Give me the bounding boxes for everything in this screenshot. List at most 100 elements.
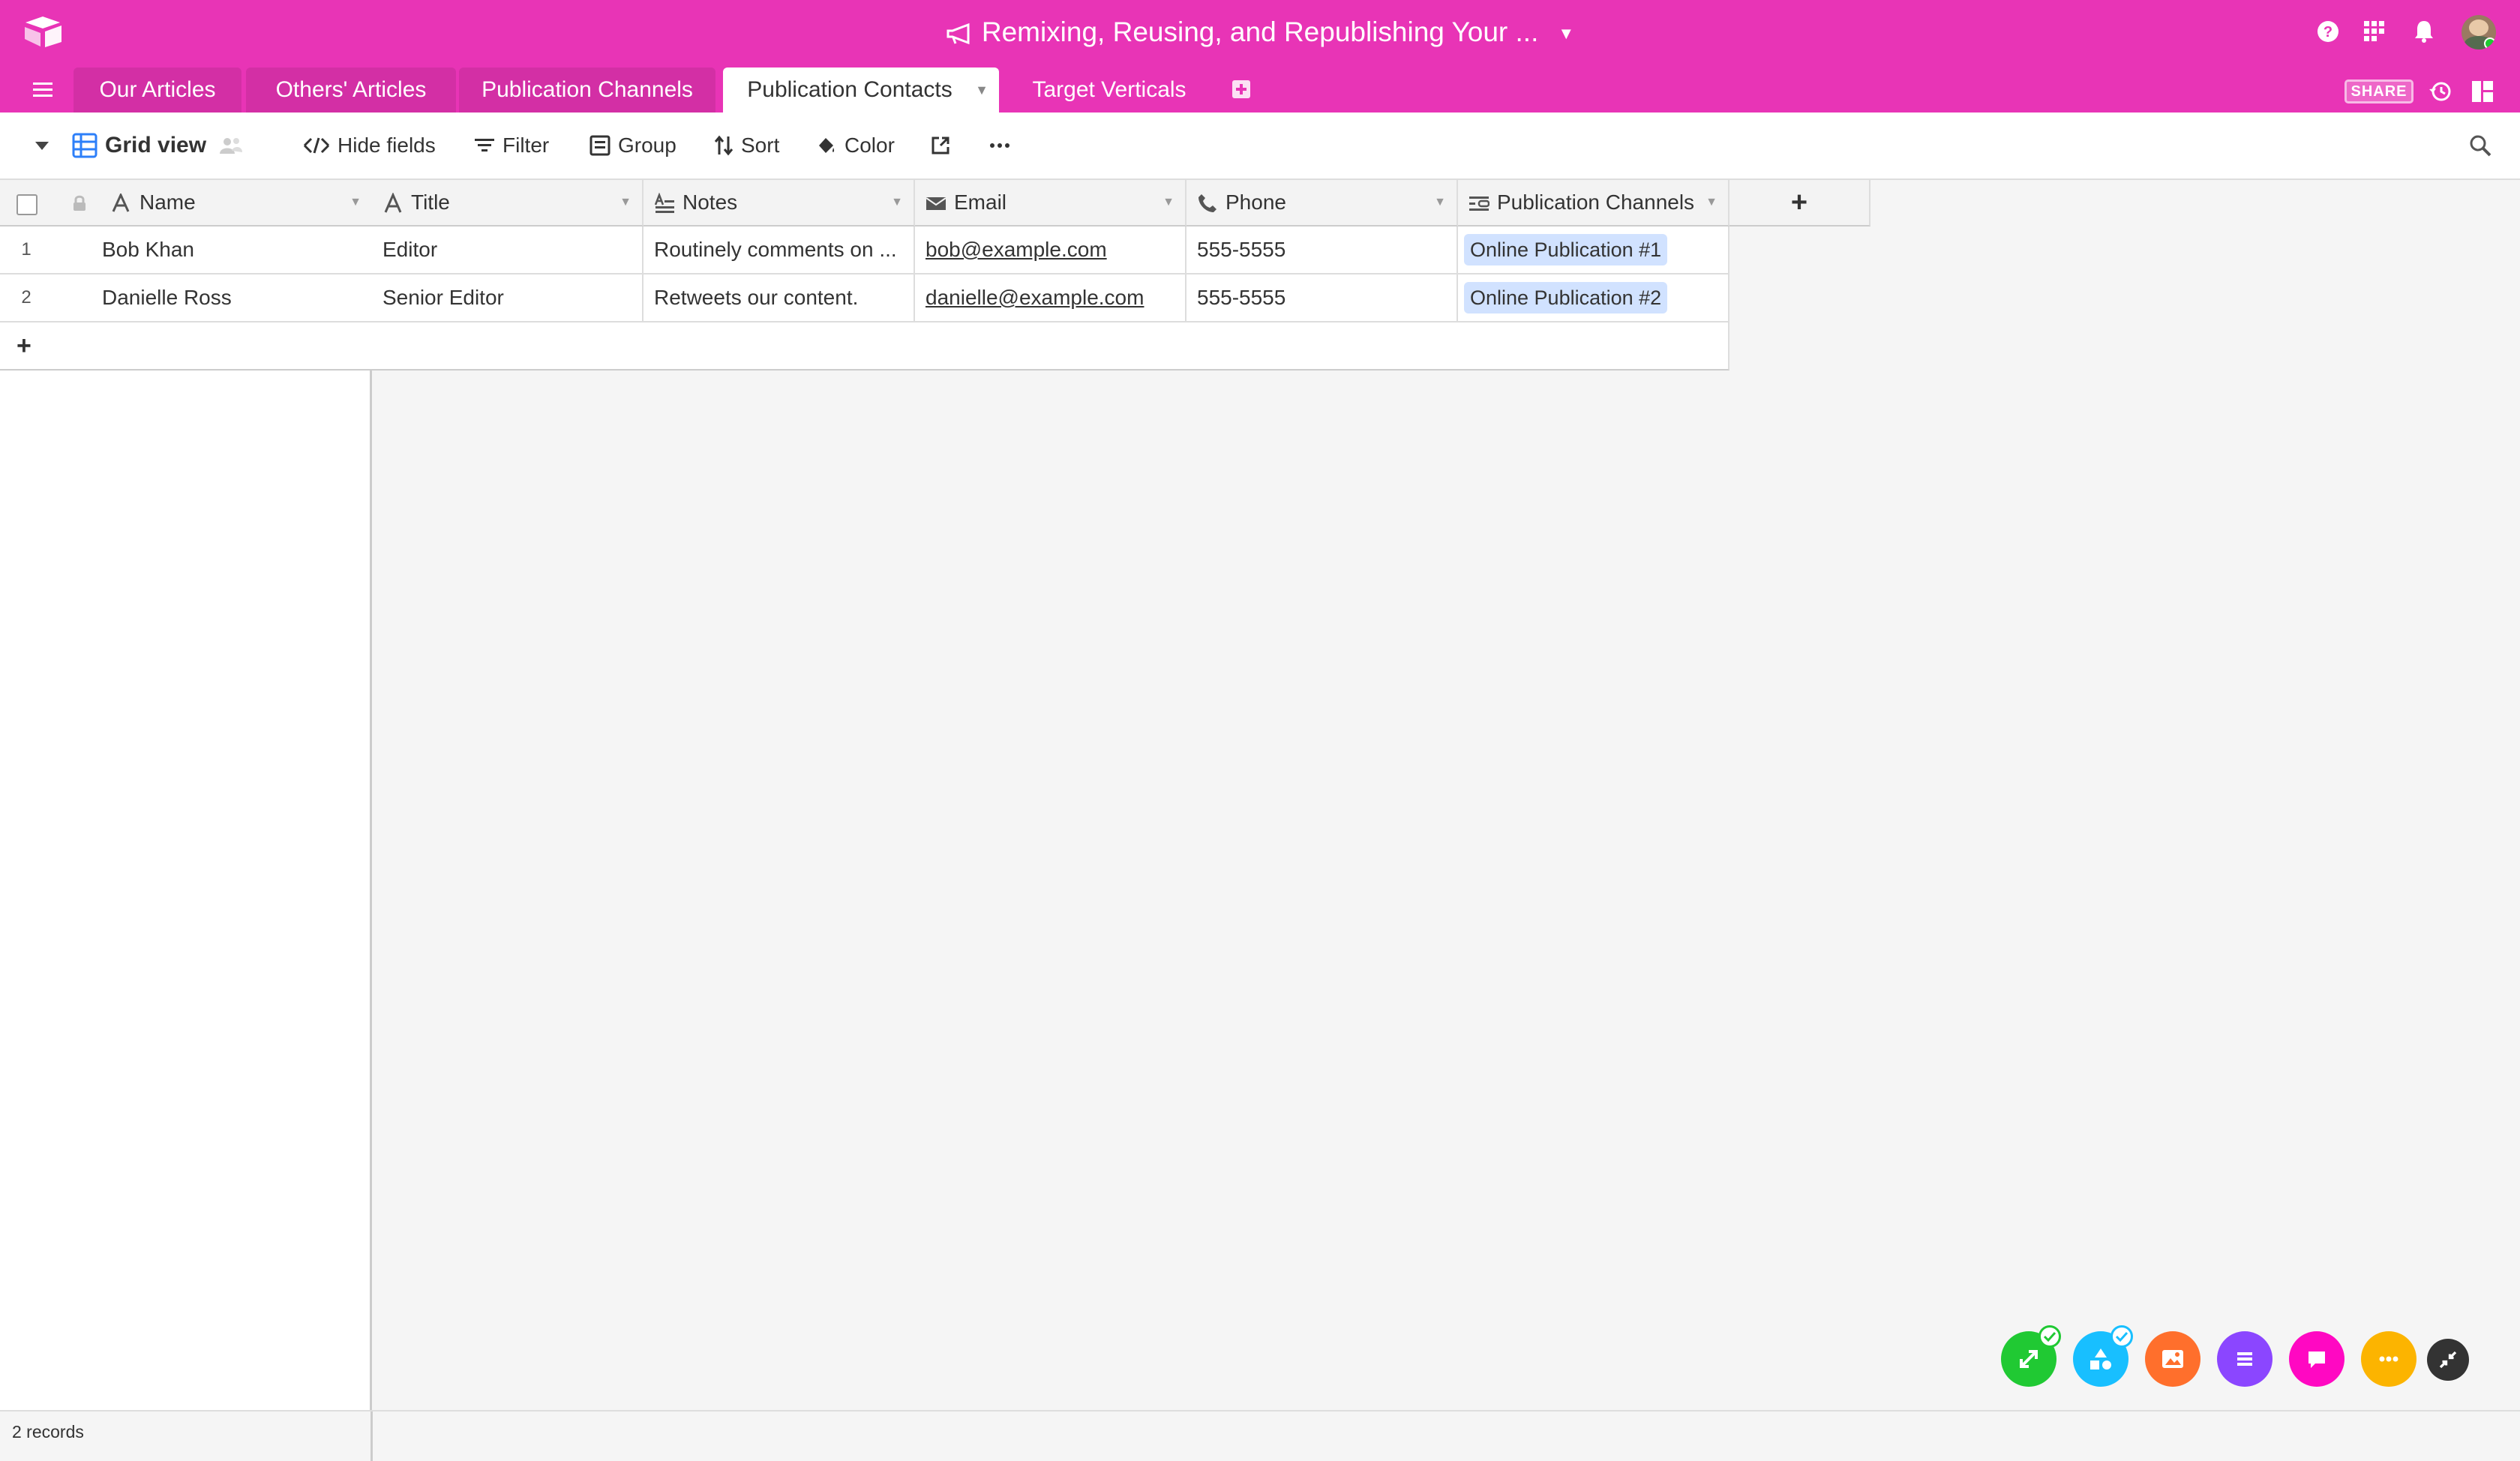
select-all-checkbox[interactable]: [16, 194, 38, 215]
column-header-title[interactable]: Title ▼: [372, 180, 644, 226]
text-field-icon: [384, 193, 402, 213]
shapes-block-button[interactable]: [2073, 1325, 2133, 1387]
column-menu-caret-icon[interactable]: ▼: [1162, 180, 1174, 225]
svg-text:?: ?: [2324, 24, 2332, 40]
expand-arrows-icon: [2020, 1350, 2038, 1368]
tab-others-articles[interactable]: Others' Articles: [246, 68, 456, 112]
cell-title[interactable]: Editor: [372, 226, 644, 274]
column-menu-caret-icon[interactable]: ▼: [350, 180, 362, 225]
chat-block-button[interactable]: [2289, 1331, 2344, 1387]
tab-publication-channels[interactable]: Publication Channels: [459, 68, 716, 112]
phone-icon: [1198, 194, 1216, 212]
chevron-down-icon[interactable]: ▼: [1558, 15, 1574, 52]
long-text-field-icon: [654, 193, 674, 213]
email-icon: [926, 197, 946, 210]
share-view-button[interactable]: [930, 112, 958, 178]
column-header-notes[interactable]: Notes ▼: [644, 180, 915, 226]
history-icon[interactable]: [2427, 78, 2454, 105]
list-block-button[interactable]: [2217, 1331, 2272, 1387]
cell-phone[interactable]: 555-5555: [1186, 274, 1458, 322]
add-column-icon: +: [1790, 187, 1808, 218]
base-title[interactable]: Remixing, Reusing, and Republishing Your…: [0, 14, 2520, 52]
app-header: Remixing, Reusing, and Republishing Your…: [0, 0, 2520, 112]
apps-grid-icon[interactable]: [2360, 16, 2390, 46]
cell-email[interactable]: danielle@example.com: [915, 274, 1186, 322]
notification-bell-icon[interactable]: [2409, 16, 2439, 46]
cell-title[interactable]: Senior Editor: [372, 274, 644, 322]
record-count: 2 records: [12, 1422, 84, 1442]
blocks-panel-icon[interactable]: [2469, 78, 2496, 105]
summary-bar: 2 records: [0, 1410, 2520, 1461]
cell-email[interactable]: bob@example.com: [915, 226, 1186, 274]
column-menu-caret-icon[interactable]: ▼: [1706, 180, 1718, 225]
tab-our-articles[interactable]: Our Articles: [74, 68, 242, 112]
tab-label: Publication Channels: [482, 77, 693, 102]
column-menu-caret-icon[interactable]: ▼: [1434, 180, 1446, 225]
collaborative-view-icon: [220, 138, 243, 154]
view-name: Grid view: [105, 133, 207, 158]
expand-block-button[interactable]: [2001, 1325, 2061, 1387]
linked-record-chip[interactable]: Online Publication #2: [1464, 282, 1668, 314]
column-header-name[interactable]: Name: [140, 180, 196, 225]
cell-name[interactable]: Danielle Ross: [102, 274, 232, 321]
sort-button[interactable]: Sort: [714, 112, 779, 178]
menu-icon[interactable]: [28, 78, 58, 102]
sort-label: Sort: [741, 134, 780, 157]
more-options-button[interactable]: [988, 112, 1018, 178]
add-column-button[interactable]: +: [1730, 180, 1870, 226]
more-blocks-button[interactable]: [2361, 1331, 2416, 1387]
user-avatar[interactable]: [2462, 15, 2496, 50]
cell-publication-channels[interactable]: Online Publication #1: [1458, 226, 1730, 274]
image-block-button[interactable]: [2145, 1331, 2200, 1387]
table-row[interactable]: 2 Danielle Ross: [0, 274, 372, 322]
filter-label: Filter: [502, 134, 550, 157]
view-switcher-toggle[interactable]: [33, 112, 58, 178]
tab-menu-caret-icon[interactable]: ▼: [975, 68, 988, 112]
tab-label: Others' Articles: [275, 77, 427, 102]
column-header-email[interactable]: Email ▼: [915, 180, 1186, 226]
hide-fields-button[interactable]: Hide fields: [303, 112, 436, 178]
column-header-phone[interactable]: Phone ▼: [1186, 180, 1458, 226]
email-link[interactable]: danielle@example.com: [926, 286, 1144, 309]
collapse-blocks-button[interactable]: [2427, 1339, 2469, 1381]
column-header-publication-channels[interactable]: Publication Channels ▼: [1458, 180, 1730, 226]
tab-publication-contacts[interactable]: Publication Contacts ▼: [723, 68, 999, 112]
help-icon[interactable]: ?: [2313, 16, 2343, 46]
filter-icon: [475, 139, 494, 152]
filter-button[interactable]: Filter: [474, 112, 549, 178]
table-row[interactable]: 1 Bob Khan: [0, 226, 372, 274]
tab-label: Publication Contacts: [747, 77, 952, 102]
column-label: Notes: [682, 190, 738, 214]
view-toolbar: Grid view Hide fields Filter Group Sort: [0, 112, 2520, 180]
group-button[interactable]: Group: [590, 112, 676, 178]
linked-record-icon: [1469, 196, 1490, 211]
cell-publication-channels[interactable]: Online Publication #2: [1458, 274, 1730, 322]
list-icon: [2237, 1352, 2252, 1366]
cell-notes[interactable]: Retweets our content.: [644, 274, 915, 322]
column-menu-caret-icon[interactable]: ▼: [891, 180, 903, 225]
view-name-button[interactable]: Grid view: [72, 112, 251, 178]
color-button[interactable]: Color: [816, 112, 895, 178]
grid-view-icon: [72, 133, 98, 158]
frozen-header: Name ▼: [0, 180, 372, 226]
tab-label: Target Verticals: [1032, 77, 1186, 102]
email-link[interactable]: bob@example.com: [926, 238, 1107, 261]
add-table-icon[interactable]: [1230, 78, 1252, 100]
megaphone-icon: [946, 23, 970, 45]
more-horizontal-icon: [990, 143, 1010, 148]
color-label: Color: [844, 134, 895, 157]
column-menu-caret-icon[interactable]: ▼: [620, 180, 632, 225]
image-icon: [2162, 1350, 2183, 1368]
installed-check-badge: [2038, 1325, 2061, 1348]
cell-notes[interactable]: Routinely comments on ...: [644, 226, 915, 274]
add-row-icon: +: [16, 332, 32, 360]
hide-fields-icon: [303, 137, 330, 154]
tab-target-verticals[interactable]: Target Verticals: [1005, 68, 1214, 112]
cell-name[interactable]: Bob Khan: [102, 226, 194, 273]
add-row-strip[interactable]: [372, 322, 1730, 370]
add-row-button[interactable]: +: [0, 322, 372, 370]
share-button[interactable]: SHARE: [2344, 80, 2414, 104]
linked-record-chip[interactable]: Online Publication #1: [1464, 234, 1668, 266]
cell-phone[interactable]: 555-5555: [1186, 226, 1458, 274]
search-button[interactable]: [2468, 112, 2500, 178]
